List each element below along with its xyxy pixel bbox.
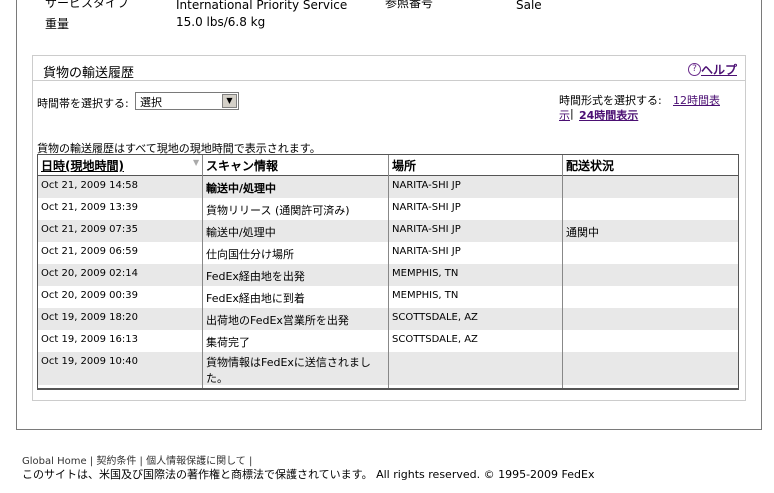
col-datetime-header[interactable]: 日時(現地時間) — [41, 157, 124, 174]
help-link[interactable]: ヘルプ — [701, 61, 737, 78]
timezone-select[interactable]: 選択 ▼ — [135, 92, 239, 110]
footer-links: Global Home | 契約条件 | 個人情報保護に関して | — [22, 452, 252, 467]
reference-value: Sale — [516, 0, 542, 12]
cell-datetime: Oct 21, 2009 07:35 — [41, 224, 138, 235]
time-format-label: 時間形式を選択する: — [559, 94, 662, 107]
format-24h-link[interactable]: 24時間表示 — [579, 107, 638, 123]
cell-location: SCOTTSDALE, AZ — [392, 312, 478, 323]
service-type-value: International Priority Service — [176, 0, 348, 12]
format-12h-link-cont[interactable]: 示 — [559, 107, 570, 123]
column-divider — [388, 155, 389, 388]
cell-datetime: Oct 20, 2009 02:14 — [41, 268, 138, 279]
shipment-panel: サービスタイプ International Priority Service 参… — [16, 0, 762, 430]
cell-location: NARITA-SHI JP — [392, 224, 461, 235]
sort-arrow-icon[interactable]: ▼ — [193, 158, 199, 167]
cell-datetime: Oct 21, 2009 06:59 — [41, 246, 138, 257]
cell-datetime: Oct 19, 2009 16:13 — [41, 334, 138, 345]
format-12h-link[interactable]: 12時間表 — [673, 92, 720, 108]
cell-scan: 輸送中/処理中 — [206, 226, 276, 239]
col-status-header: 配送状況 — [566, 159, 615, 173]
weight-label: 重量 — [45, 17, 70, 31]
history-table: 日時(現地時間) ▼ スキャン情報 場所 配送状況 Oct 21, 2009 1… — [37, 154, 739, 390]
cell-scan: 貨物リリース (通関許可済み) — [206, 204, 350, 217]
cell-scan: 集荷完了 — [206, 336, 250, 349]
cell-location: NARITA-SHI JP — [392, 246, 461, 257]
cell-location: MEMPHIS, TN — [392, 290, 459, 301]
chevron-down-icon[interactable]: ▼ — [222, 94, 237, 108]
cell-scan: 輸送中/処理中 — [206, 182, 277, 195]
timezone-label: 時間帯を選択する: — [37, 97, 129, 110]
cell-status: 通関中 — [566, 226, 599, 239]
reference-label: 参照番号 — [385, 0, 434, 10]
col-scan-header: スキャン情報 — [206, 159, 279, 173]
copyright-text: このサイトは、米国及び国際法の著作権と商標法で保護されています。 All rig… — [22, 468, 595, 481]
cell-location: MEMPHIS, TN — [392, 268, 459, 279]
cell-location: NARITA-SHI JP — [392, 202, 461, 213]
history-header: 貨物の輸送履歴 ? ヘルプ — [33, 56, 745, 81]
help-icon[interactable]: ? — [688, 63, 701, 76]
col-location-header: 場所 — [392, 159, 417, 173]
format-separator: | — [570, 107, 574, 120]
column-divider — [202, 155, 203, 388]
cell-location: NARITA-SHI JP — [392, 180, 461, 191]
shipment-history-box: 貨物の輸送履歴 ? ヘルプ 時間帯を選択する: 選択 ▼ 時間形式を選択する: … — [32, 55, 746, 401]
cell-scan: FedEx経由地を出発 — [206, 270, 305, 283]
cell-scan: FedEx経由地に到着 — [206, 292, 305, 305]
shipment-summary: サービスタイプ International Priority Service 参… — [41, 0, 761, 34]
cell-datetime: Oct 21, 2009 13:39 — [41, 202, 138, 213]
cell-datetime: Oct 21, 2009 14:58 — [41, 180, 138, 191]
cell-datetime: Oct 19, 2009 10:40 — [41, 356, 138, 367]
timezone-selected-value: 選択 — [140, 96, 162, 109]
history-title: 貨物の輸送履歴 — [43, 66, 135, 81]
cell-scan: 出荷地のFedEx営業所を出発 — [206, 314, 349, 327]
service-type-label: サービスタイプ — [45, 0, 130, 10]
cell-location: SCOTTSDALE, AZ — [392, 334, 478, 345]
cell-scan: 仕向国仕分け場所 — [206, 248, 294, 261]
cell-datetime: Oct 20, 2009 00:39 — [41, 290, 138, 301]
column-divider — [562, 155, 563, 388]
cell-datetime: Oct 19, 2009 18:20 — [41, 312, 138, 323]
weight-value: 15.0 lbs/6.8 kg — [176, 15, 266, 29]
cell-scan: 貨物情報はFedExに送信されました。 — [206, 356, 371, 385]
